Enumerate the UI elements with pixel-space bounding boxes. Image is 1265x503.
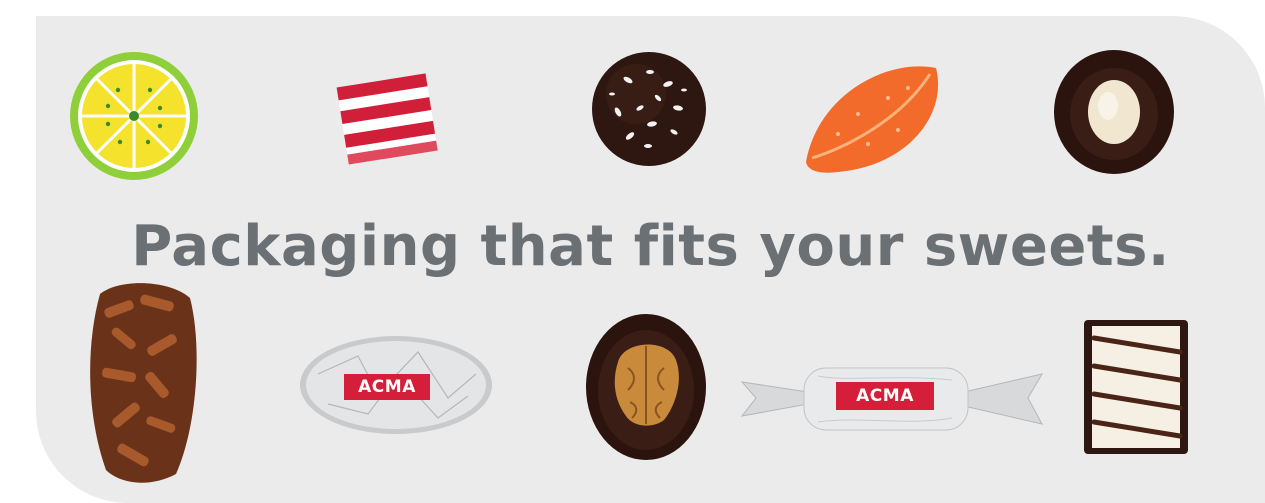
lime-candy-slice-image — [70, 52, 198, 180]
walnut-chocolate-praline-image — [586, 314, 706, 460]
orange-jelly-slice-image — [806, 66, 939, 173]
headline: Packaging that fits your sweets. — [131, 214, 1170, 279]
striped-hard-candy-image — [336, 73, 438, 165]
coconut-chocolate-truffle-image — [592, 52, 706, 166]
almond-chocolate-praline-image — [1054, 50, 1174, 174]
hero-banner: Packaging that fits your sweets. ACMA AC… — [36, 16, 1265, 503]
acma-label-praline: ACMA — [344, 374, 430, 400]
almond-rocher-bar-image — [90, 283, 197, 483]
acma-label-twist: ACMA — [836, 382, 934, 410]
striped-chocolate-bar-image — [1084, 320, 1188, 454]
